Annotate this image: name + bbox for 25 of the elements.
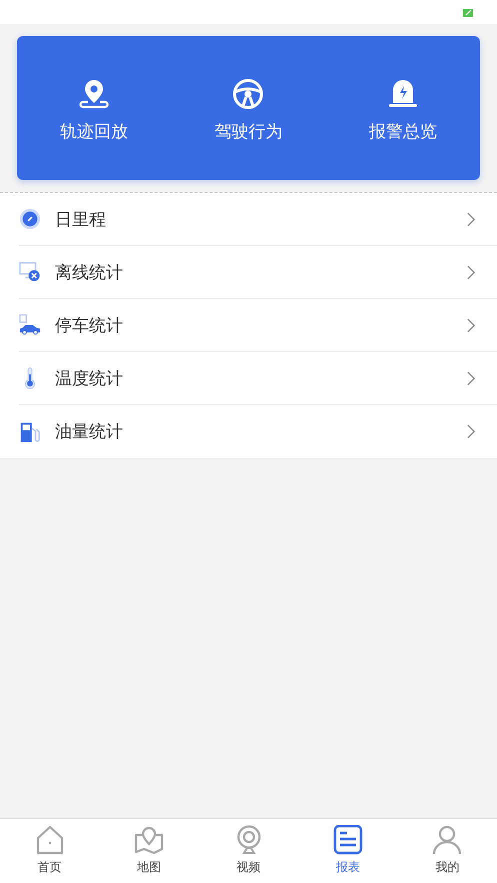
quick-action-button[interactable]: 轨迹回放	[17, 78, 172, 142]
chevron-right-icon	[467, 370, 476, 386]
tab-item[interactable]: 我的	[398, 819, 497, 883]
person-icon	[432, 825, 462, 855]
chevron-right-icon	[467, 264, 476, 280]
tab-item[interactable]: 地图	[99, 819, 199, 883]
quick-action-button[interactable]: 驾驶行为	[171, 78, 326, 142]
tab-item[interactable]: 报表	[298, 819, 398, 883]
quick-action-button[interactable]: 报警总览	[326, 78, 480, 142]
parked-car-icon	[19, 314, 41, 336]
chevron-right-icon	[467, 318, 476, 332]
location-pin-icon	[78, 78, 110, 110]
monitor-close-icon	[19, 261, 41, 283]
siren-icon	[386, 78, 419, 110]
gauge-icon	[19, 208, 41, 230]
map-pin-icon	[134, 825, 164, 855]
home-icon	[34, 825, 65, 855]
chevron-right-icon	[467, 212, 476, 226]
fuel-pump-icon	[19, 420, 41, 442]
tab-item[interactable]: 视频	[198, 819, 298, 883]
chevron-right-icon	[467, 424, 476, 439]
steering-wheel-icon	[232, 78, 264, 110]
tab-item[interactable]: 首页	[0, 819, 100, 883]
battery-icon	[463, 8, 473, 16]
document-icon	[332, 825, 363, 855]
